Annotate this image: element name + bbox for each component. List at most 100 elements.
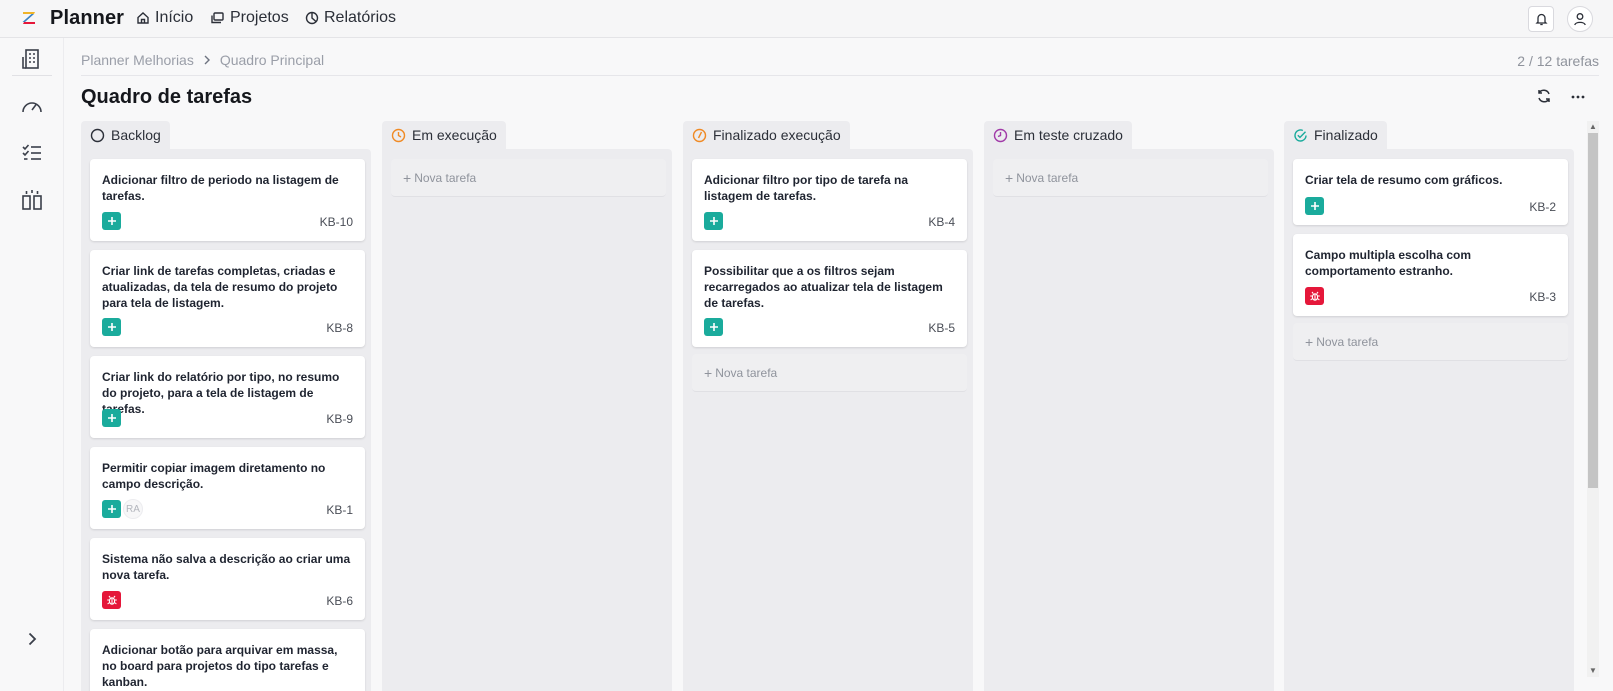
task-card[interactable]: Sistema não salva a descrição ao criar u… <box>90 538 365 620</box>
plus-square-icon <box>107 217 116 225</box>
breadcrumb-project[interactable]: Planner Melhorias <box>81 52 194 68</box>
top-navigation-bar: Planner Início Projetos Relatórios <box>0 0 1613 38</box>
sidebar-expand-button[interactable] <box>19 626 45 652</box>
user-icon <box>1574 13 1586 26</box>
new-task-button[interactable]: + Nova tarefa <box>391 159 666 197</box>
task-title: Sistema não salva a descrição ao criar u… <box>102 552 351 582</box>
scroll-up-arrow-icon[interactable]: ▲ <box>1587 122 1599 132</box>
task-title: Criar link de tarefas completas, criadas… <box>102 264 338 310</box>
task-card[interactable]: Campo multipla escolha com comportamento… <box>1293 234 1568 316</box>
new-task-button[interactable]: + Nova tarefa <box>993 159 1268 197</box>
task-key: KB-1 <box>326 503 353 517</box>
home-icon <box>137 12 149 24</box>
folders-icon <box>211 12 224 24</box>
bug-type-badge <box>102 591 121 609</box>
plus-square-icon <box>107 414 116 422</box>
column-header: Finalizado <box>1284 121 1387 149</box>
nav-home[interactable]: Início <box>136 9 193 27</box>
bug-icon <box>106 595 117 605</box>
task-key: KB-10 <box>319 215 353 229</box>
task-title: Adicionar filtro por tipo de tarefa na l… <box>704 173 909 203</box>
task-key: KB-9 <box>326 412 353 426</box>
chevron-right-icon <box>28 632 37 646</box>
sidebar-item-organization[interactable] <box>19 46 45 72</box>
task-card[interactable]: Criar link de tarefas completas, criadas… <box>90 250 365 347</box>
column-body: + Nova tarefa <box>984 149 1274 691</box>
task-key: KB-8 <box>326 321 353 335</box>
breadcrumb: Planner Melhorias Quadro Principal <box>81 52 324 68</box>
planner-logo-icon <box>22 12 35 24</box>
column-header: Em execução <box>382 121 506 149</box>
column-body: Adicionar filtro por tipo de tarefa na l… <box>683 149 973 691</box>
column-body: Adicionar filtro de periodo na listagem … <box>81 149 371 691</box>
board-icon <box>22 190 42 210</box>
sidebar-item-dashboard[interactable] <box>19 94 45 120</box>
task-title: Possibilitar que a os filtros sejam reca… <box>704 264 943 310</box>
sidebar-item-tasks[interactable] <box>19 140 45 166</box>
nav-projects[interactable]: Projetos <box>210 9 289 27</box>
column-backlog: Backlog Adicionar filtro de periodo na l… <box>81 121 371 691</box>
column-title: Finalizado <box>1314 127 1378 143</box>
breadcrumb-separator-icon <box>203 53 211 68</box>
board-scrollbar-thumb[interactable] <box>1588 133 1598 488</box>
app-brand[interactable]: Planner <box>50 7 124 30</box>
column-cross-test: Em teste cruzado + Nova tarefa <box>984 121 1274 691</box>
task-card[interactable]: Adicionar botão para arquivar em massa, … <box>90 629 365 691</box>
task-card[interactable]: Permitir copiar imagem diretamento no ca… <box>90 447 365 529</box>
clock-done-icon <box>692 128 707 142</box>
task-key: KB-5 <box>928 321 955 335</box>
column-title: Finalizado execução <box>713 127 841 143</box>
nav-home-label: Início <box>155 9 194 26</box>
assignee-avatar[interactable]: RA <box>123 499 143 519</box>
task-title: Campo multipla escolha com comportamento… <box>1305 248 1472 278</box>
clock-purple-icon <box>993 128 1008 142</box>
column-title: Backlog <box>111 127 161 143</box>
sidebar-divider <box>12 75 52 76</box>
notifications-button[interactable] <box>1528 6 1554 32</box>
new-task-label: Nova tarefa <box>715 365 778 380</box>
nav-reports-label: Relatórios <box>324 9 397 26</box>
feature-type-badge <box>102 409 121 427</box>
task-card[interactable]: Criar link do relatório por tipo, no res… <box>90 356 365 438</box>
new-task-button[interactable]: + Nova tarefa <box>692 354 967 392</box>
feature-type-badge <box>102 318 121 336</box>
task-card[interactable]: Criar tela de resumo com gráficos. KB-2 <box>1293 159 1568 225</box>
new-task-label: Nova tarefa <box>1316 334 1379 349</box>
task-card[interactable]: Adicionar filtro por tipo de tarefa na l… <box>692 159 967 241</box>
breadcrumb-board[interactable]: Quadro Principal <box>220 52 324 68</box>
plus-square-icon <box>1310 202 1319 210</box>
bug-icon <box>1309 291 1320 301</box>
plus-icon: + <box>1005 169 1014 186</box>
column-done: Finalizado Criar tela de resumo com gráf… <box>1284 121 1574 691</box>
task-card[interactable]: Adicionar filtro de periodo na listagem … <box>90 159 365 241</box>
more-options-button[interactable] <box>1568 86 1588 106</box>
feature-type-badge <box>102 500 121 518</box>
feature-type-badge <box>704 212 723 230</box>
building-icon <box>22 49 39 69</box>
new-task-button[interactable]: + Nova tarefa <box>1293 323 1568 361</box>
plus-square-icon <box>709 217 718 225</box>
refresh-button[interactable] <box>1534 86 1554 106</box>
nav-reports[interactable]: Relatórios <box>305 9 396 27</box>
scroll-down-arrow-icon[interactable]: ▼ <box>1587 666 1599 676</box>
task-count: 2 / 12 tarefas <box>1517 53 1599 69</box>
plus-icon: + <box>1305 333 1314 350</box>
column-title: Em execução <box>412 127 497 143</box>
clock-icon <box>391 128 406 142</box>
user-menu-button[interactable] <box>1567 6 1593 32</box>
task-title: Criar tela de resumo com gráficos. <box>1305 173 1503 187</box>
new-task-label: Nova tarefa <box>1016 170 1079 185</box>
plus-square-icon <box>107 505 116 513</box>
checklist-icon <box>22 144 41 160</box>
plus-icon: + <box>403 169 412 186</box>
sidebar-item-board[interactable] <box>19 187 45 213</box>
column-in-progress: Em execução + Nova tarefa <box>382 121 672 691</box>
task-key: KB-6 <box>326 594 353 608</box>
bug-type-badge <box>1305 287 1324 305</box>
task-card[interactable]: Possibilitar que a os filtros sejam reca… <box>692 250 967 347</box>
header-divider <box>81 75 1599 76</box>
feature-type-badge <box>102 212 121 230</box>
task-title: Adicionar filtro de periodo na listagem … <box>102 173 339 203</box>
task-key: KB-2 <box>1529 200 1556 214</box>
more-horizontal-icon <box>1571 95 1585 99</box>
